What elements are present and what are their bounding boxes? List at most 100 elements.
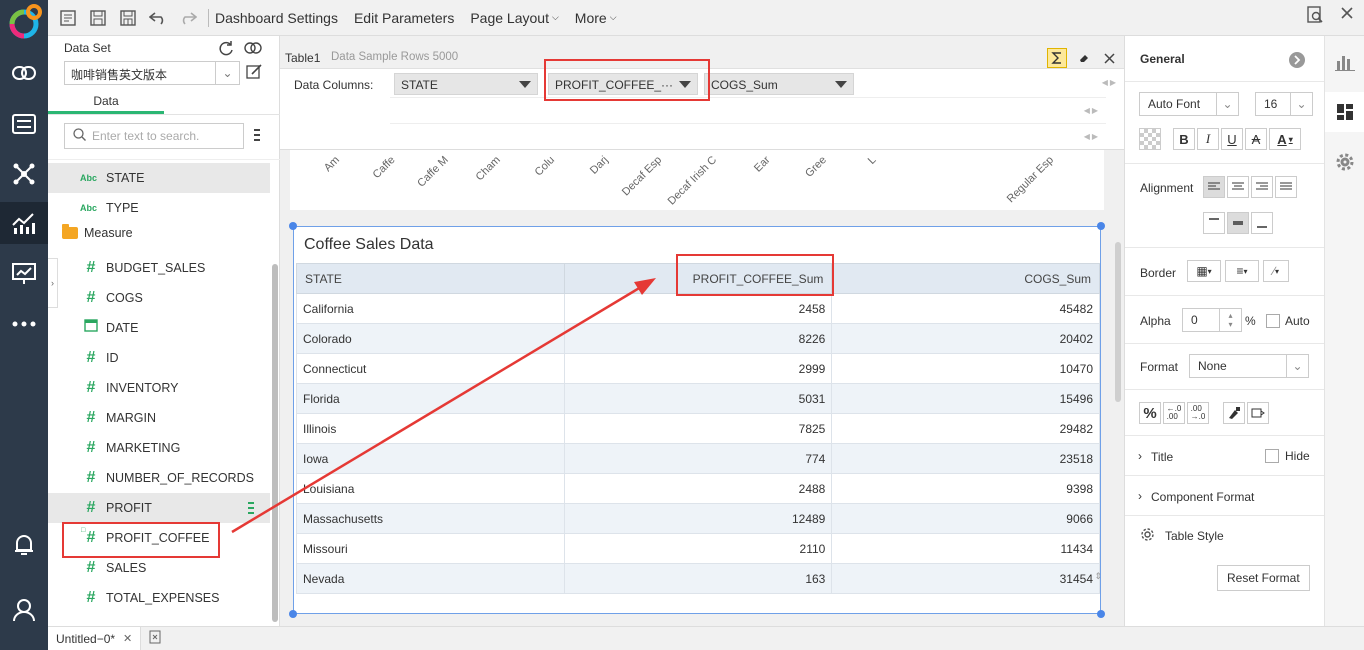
table-cell[interactable]: Connecticut bbox=[296, 353, 565, 384]
italic-icon[interactable]: I bbox=[1197, 128, 1219, 150]
menu-page-layout[interactable]: Page Layout ⌵ bbox=[470, 10, 558, 26]
new-tab-icon[interactable] bbox=[149, 630, 163, 647]
table-cell[interactable]: 2999 bbox=[563, 353, 833, 384]
table-cell[interactable]: Colorado bbox=[296, 323, 565, 354]
title-section[interactable]: › Title Hide bbox=[1125, 436, 1325, 476]
redo-icon[interactable] bbox=[176, 6, 200, 30]
zone-scroll-arrows[interactable]: ◀▶ bbox=[1084, 132, 1100, 141]
table-cell[interactable]: Illinois bbox=[296, 413, 565, 444]
alpha-auto-checkbox[interactable] bbox=[1266, 314, 1280, 328]
font-color-icon[interactable]: A ▾ bbox=[1269, 128, 1301, 150]
menu-more[interactable]: More ⌵ bbox=[575, 10, 617, 26]
table-cell[interactable]: Missouri bbox=[296, 533, 565, 564]
sigma-icon[interactable] bbox=[1047, 48, 1067, 68]
align-right-icon[interactable] bbox=[1251, 176, 1273, 198]
table-cell[interactable]: 29482 bbox=[831, 413, 1100, 444]
underline-icon[interactable]: U bbox=[1221, 128, 1243, 150]
save-as-icon[interactable] bbox=[116, 6, 140, 30]
table-cell[interactable]: 8226 bbox=[563, 323, 833, 354]
resize-handle[interactable] bbox=[1097, 610, 1105, 618]
table-cell[interactable]: Nevada bbox=[296, 563, 565, 594]
user-icon[interactable] bbox=[0, 592, 48, 628]
format-select[interactable]: None ⌄ bbox=[1189, 354, 1309, 378]
bold-icon[interactable]: B bbox=[1173, 128, 1195, 150]
close-icon[interactable] bbox=[1340, 6, 1354, 27]
column-chip-state[interactable]: STATE bbox=[394, 73, 538, 95]
table-cell[interactable]: Florida bbox=[296, 383, 565, 414]
resize-handle[interactable] bbox=[289, 222, 297, 230]
format-painter-icon[interactable] bbox=[1223, 402, 1245, 424]
column-chip-cogs-sum[interactable]: COGS_Sum bbox=[704, 73, 854, 95]
background-color-icon[interactable] bbox=[1139, 128, 1161, 150]
column-header-state[interactable]: STATE bbox=[296, 263, 565, 294]
clear-format-icon[interactable] bbox=[1247, 402, 1269, 424]
component-format-section[interactable]: › Component Format bbox=[1125, 476, 1325, 516]
drop-zone-row[interactable]: ◀▶ bbox=[390, 123, 1106, 149]
field-options-icon[interactable] bbox=[248, 501, 254, 518]
field-item-state[interactable]: Abc STATE bbox=[48, 163, 270, 193]
table-cell[interactable]: 2110 bbox=[563, 533, 833, 564]
layout-properties-tab[interactable] bbox=[1325, 92, 1364, 132]
table-cell[interactable]: 23518 bbox=[831, 443, 1100, 474]
table-cell[interactable]: California bbox=[296, 293, 565, 324]
dashboard-chart-icon[interactable] bbox=[0, 202, 48, 244]
edit-icon[interactable] bbox=[56, 6, 80, 30]
stepper-icon[interactable]: ▴ ▾ bbox=[1219, 309, 1241, 331]
table-style-section[interactable]: Table Style bbox=[1125, 516, 1325, 556]
percent-format-icon[interactable]: % bbox=[1139, 402, 1161, 424]
field-item-budget-sales[interactable]: # BUDGET_SALES bbox=[48, 253, 270, 283]
field-item-type[interactable]: Abc TYPE bbox=[48, 193, 270, 223]
table-cell[interactable]: 9398 bbox=[831, 473, 1100, 504]
field-item-profit[interactable]: # PROFIT bbox=[48, 493, 270, 523]
border-color-icon[interactable]: ∕ ▾ bbox=[1263, 260, 1289, 282]
close-icon[interactable]: ✕ bbox=[123, 632, 132, 645]
gear-icon[interactable] bbox=[1325, 142, 1364, 182]
dashboard-tab[interactable]: Untitled−0* ✕ bbox=[48, 626, 142, 650]
table-cell[interactable]: 10470 bbox=[831, 353, 1100, 384]
menu-edit-parameters[interactable]: Edit Parameters bbox=[354, 10, 454, 26]
table-cell[interactable]: 774 bbox=[563, 443, 833, 474]
menu-dashboard-settings[interactable]: Dashboard Settings bbox=[215, 10, 338, 26]
border-style-icon[interactable]: ▦ ▾ bbox=[1187, 260, 1221, 282]
alpha-input[interactable]: 0 ▴ ▾ bbox=[1182, 308, 1242, 332]
valign-bottom-icon[interactable] bbox=[1251, 212, 1273, 234]
table-cell[interactable]: 9066 bbox=[831, 503, 1100, 534]
table-cell[interactable]: 11434 bbox=[831, 533, 1100, 564]
panel-collapse-handle[interactable]: › bbox=[48, 258, 58, 308]
preview-icon[interactable] bbox=[1306, 6, 1324, 27]
undo-icon[interactable] bbox=[146, 6, 170, 30]
network-icon[interactable] bbox=[0, 156, 48, 192]
save-icon[interactable] bbox=[86, 6, 110, 30]
increase-decimal-icon[interactable]: .00 →.0 bbox=[1187, 402, 1209, 424]
field-menu-icon[interactable] bbox=[254, 128, 260, 145]
table-cell[interactable]: Iowa bbox=[296, 443, 565, 474]
field-list-scrollbar[interactable] bbox=[272, 264, 278, 622]
zone-scroll-arrows[interactable]: ◀▶ bbox=[1084, 106, 1100, 115]
dataset-link-icon[interactable] bbox=[244, 40, 262, 59]
hide-title-checkbox[interactable] bbox=[1265, 449, 1279, 463]
field-item-marketing[interactable]: # MARKETING bbox=[48, 433, 270, 463]
font-size-select[interactable]: 16 ⌄ bbox=[1255, 92, 1313, 116]
table-cell[interactable]: 20402 bbox=[831, 323, 1100, 354]
table-scroll-arrow-icon[interactable]: ⇕ bbox=[1094, 571, 1102, 582]
bell-icon[interactable] bbox=[0, 527, 48, 563]
table-cell[interactable]: 163 bbox=[563, 563, 833, 594]
list-card-icon[interactable] bbox=[0, 106, 48, 142]
resize-handle[interactable] bbox=[289, 610, 297, 618]
table-cell[interactable]: 2458 bbox=[563, 293, 833, 324]
field-item-id[interactable]: # ID bbox=[48, 343, 270, 373]
align-justify-icon[interactable] bbox=[1275, 176, 1297, 198]
table-cell[interactable]: 31454 bbox=[831, 563, 1100, 594]
align-center-icon[interactable] bbox=[1227, 176, 1249, 198]
strikethrough-icon[interactable]: A bbox=[1245, 128, 1267, 150]
border-line-icon[interactable]: ≡ ▾ bbox=[1225, 260, 1259, 282]
table-cell[interactable]: 12489 bbox=[563, 503, 833, 534]
arrow-right-circle-icon[interactable] bbox=[1289, 52, 1305, 71]
table-cell[interactable]: Massachusetts bbox=[296, 503, 565, 534]
link-icon[interactable] bbox=[0, 55, 48, 91]
font-family-select[interactable]: Auto Font ⌄ bbox=[1139, 92, 1239, 116]
table-cell[interactable]: 5031 bbox=[563, 383, 833, 414]
close-icon[interactable] bbox=[1099, 48, 1119, 68]
canvas-scrollbar[interactable] bbox=[1115, 242, 1121, 402]
table-cell[interactable]: 15496 bbox=[831, 383, 1100, 414]
